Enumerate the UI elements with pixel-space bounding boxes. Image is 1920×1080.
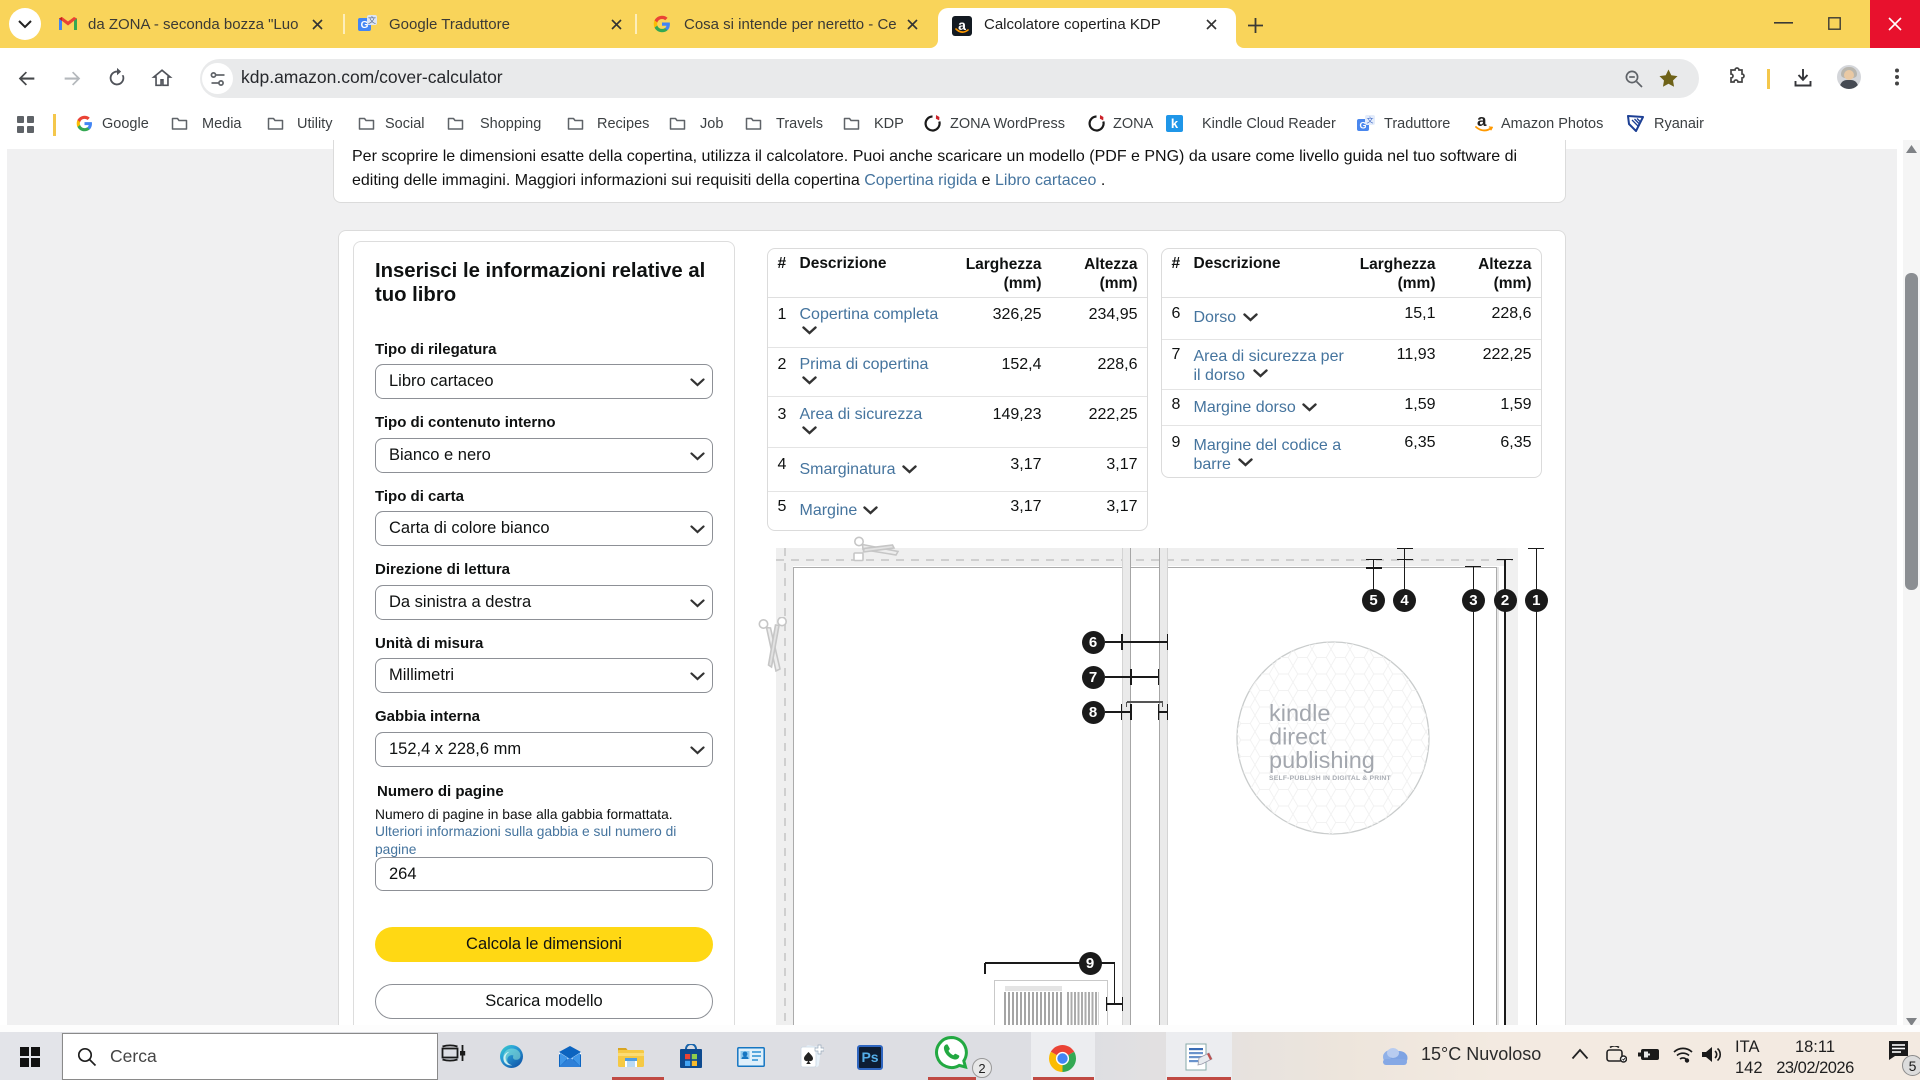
svg-text:publishing: publishing: [1269, 747, 1375, 773]
svg-text:kindle: kindle: [1269, 700, 1330, 726]
svg-text:文: 文: [368, 15, 376, 25]
svg-text:direct: direct: [1269, 724, 1327, 750]
svg-text:SELF-PUBLISH IN DIGITAL & PRIN: SELF-PUBLISH IN DIGITAL & PRINT: [1269, 775, 1392, 782]
svg-text:文: 文: [1367, 116, 1374, 125]
